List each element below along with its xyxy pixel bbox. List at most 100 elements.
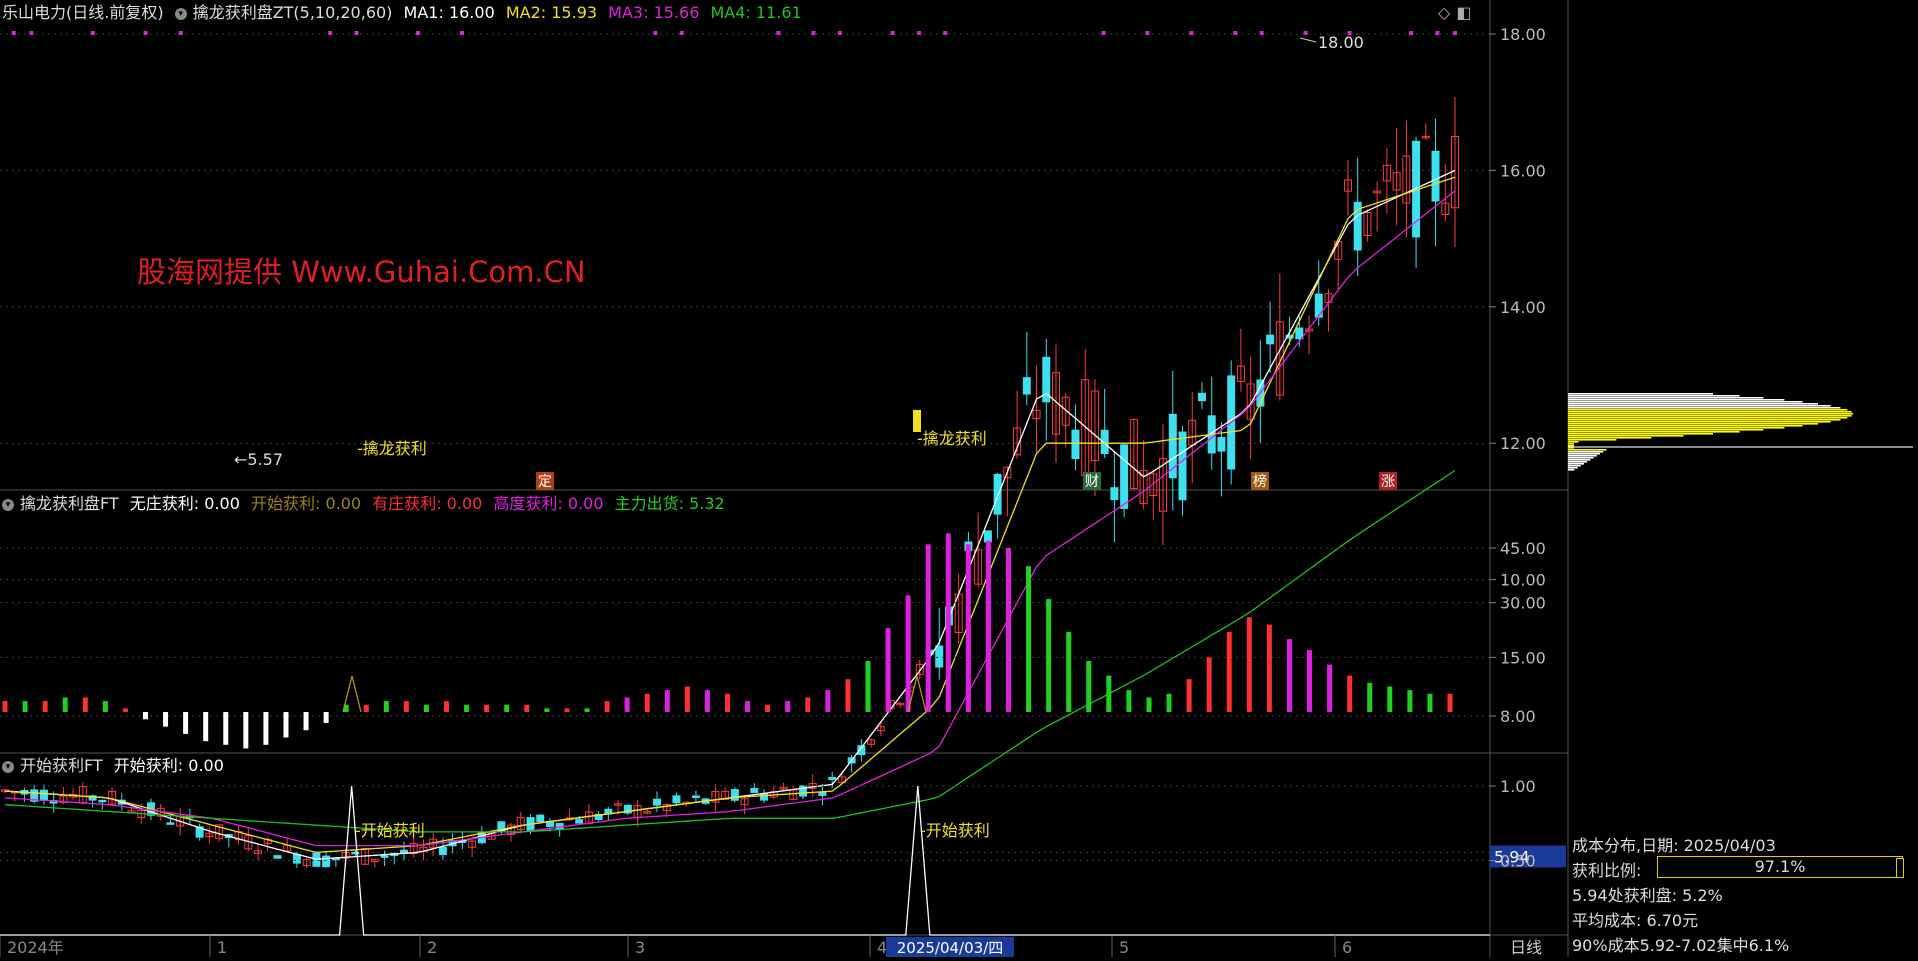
histogram-bar	[1026, 566, 1032, 712]
signal-dot	[1259, 31, 1264, 35]
cost-profile-bar	[1568, 433, 1713, 435]
chart-stage: 18.0016.0014.0012.0010.008.006.005.9418.…	[0, 0, 1918, 957]
low-indicator-name[interactable]: 开始获利FT	[20, 756, 103, 775]
signal-dot	[776, 31, 781, 35]
cost-profile-bar	[1568, 469, 1575, 471]
indicator-name[interactable]: 擒龙获利盘ZT(5,10,20,60)	[193, 3, 393, 22]
price-axis-label: 8.00	[1500, 707, 1536, 726]
chevron-down-icon[interactable]: ▾	[174, 7, 187, 20]
signal-dot	[943, 31, 948, 35]
cost-profile-bar	[1568, 413, 1853, 415]
histogram-bar	[1186, 679, 1192, 712]
histogram-bar	[423, 704, 429, 712]
histogram-bar	[1046, 599, 1052, 712]
start-label-1: -开始获利	[355, 821, 425, 840]
histogram-bar	[945, 533, 951, 712]
window-icon[interactable]: ◧	[1456, 3, 1471, 22]
signal-dot	[1303, 31, 1308, 35]
histogram-bar	[1005, 548, 1011, 712]
histogram-bar	[1226, 631, 1232, 712]
candle-body	[1266, 334, 1275, 345]
cost-profile-bar	[1568, 439, 1617, 441]
histogram-bar	[965, 544, 971, 712]
cost-profile-bar	[1568, 397, 1764, 399]
cost-profile-bar	[1568, 461, 1588, 463]
histogram-bar	[1367, 682, 1373, 712]
cost-profile-bar	[1568, 435, 1684, 437]
cost-profile-bar	[1568, 409, 1848, 411]
cost-profile-bar	[1568, 407, 1841, 409]
histogram-bar	[62, 697, 68, 712]
profit-ratio-label: 获利比例:	[1572, 861, 1642, 880]
signal-dot	[354, 31, 359, 35]
cost-profile-bar	[1568, 425, 1803, 427]
candle-body	[828, 777, 837, 780]
profit-ratio-bar: 97.1%	[1657, 856, 1904, 878]
histogram-bar	[1447, 693, 1453, 712]
signal-dot	[29, 31, 34, 35]
signal-dot	[1435, 31, 1440, 35]
stock-name[interactable]: 乐山电力	[2, 3, 66, 22]
main-header: 乐山电力(日线.前复权) ▾ 擒龙获利盘ZT(5,10,20,60) MA1: 1…	[2, 3, 808, 23]
start-triangle	[907, 675, 927, 713]
candle-body	[312, 852, 321, 867]
signal-dot	[679, 31, 684, 35]
histogram-bar	[865, 660, 871, 712]
histogram-bar	[1327, 664, 1333, 712]
cost-profile-bar	[1568, 395, 1740, 397]
cost-profile-bar	[1568, 393, 1713, 395]
chevron-down-icon[interactable]: ▾	[2, 760, 14, 773]
histogram-bar	[82, 697, 88, 712]
candle-body	[818, 791, 827, 796]
tag-cai: 财	[1085, 474, 1099, 490]
histogram-bar	[122, 708, 128, 712]
histogram-bar	[745, 701, 751, 712]
histogram-bar	[464, 704, 470, 712]
histogram-bar	[504, 704, 510, 712]
cost-profile-bar	[1568, 465, 1581, 467]
histogram-bar	[183, 712, 189, 734]
signal-dot	[1453, 31, 1457, 35]
mid-indicator-name[interactable]: 擒龙获利盘FT	[20, 494, 119, 513]
signal-dot	[653, 31, 658, 35]
time-axis-label: 5	[1119, 938, 1129, 957]
ma3-value: MA3: 15.66	[608, 3, 700, 22]
cost-profile-bar	[1568, 431, 1740, 433]
cost-profile-bar	[1568, 429, 1764, 431]
low-price-label: ←5.57	[234, 450, 283, 469]
histogram-bar	[1307, 650, 1313, 712]
histogram-bar	[1106, 675, 1112, 712]
cost-profile-bar	[1568, 463, 1584, 465]
cost-profile-bar	[1568, 411, 1852, 413]
cost-profile-bar	[1568, 455, 1597, 457]
price-axis-label: 18.00	[1500, 25, 1546, 44]
candle-body	[691, 795, 700, 799]
candle-body	[1314, 293, 1323, 318]
cost-profile-bar	[1568, 453, 1600, 455]
candle-body	[536, 814, 545, 822]
cost-profile-bar	[1568, 441, 1579, 443]
cost-profile-bar	[1568, 415, 1852, 417]
candle-body	[322, 855, 331, 868]
signal-dot	[143, 31, 148, 35]
chevron-down-icon[interactable]: ▾	[2, 498, 14, 511]
histogram-bar	[664, 690, 670, 712]
candle-body	[380, 855, 389, 858]
histogram-bar	[263, 712, 269, 745]
signal-dot	[1233, 31, 1238, 35]
candle-body	[351, 851, 360, 855]
candle-body	[1071, 429, 1080, 460]
watermark-text: 股海网提供 Www.Guhai.Com.CN	[137, 255, 586, 289]
mid-axis-label: 30.00	[1500, 594, 1546, 613]
candle-body	[653, 798, 662, 806]
diamond-icon[interactable]: ◇	[1438, 3, 1450, 22]
histogram-bar	[1266, 624, 1272, 712]
candle-body	[292, 853, 301, 864]
cost-profile-bar	[1568, 467, 1578, 469]
histogram-bar	[524, 704, 530, 712]
histogram-bar	[564, 708, 570, 712]
candle-body	[98, 799, 107, 803]
candle-body	[39, 789, 48, 801]
toolbar-icons: ◇ ◧	[1438, 3, 1477, 23]
candle-body	[438, 846, 447, 856]
